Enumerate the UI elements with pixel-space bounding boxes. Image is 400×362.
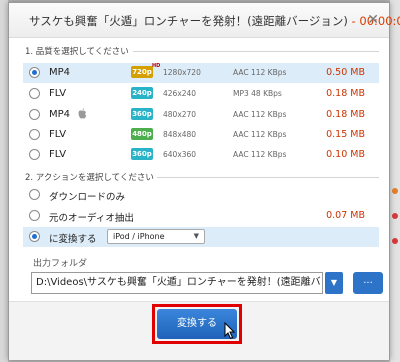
radio-extract-audio[interactable]	[29, 210, 40, 221]
convert-to-label: に変換する	[49, 234, 97, 245]
audio-bitrate-label: AAC 112 KBps	[233, 130, 287, 139]
quality-badge: 360p	[131, 108, 153, 120]
format-label: FLV	[49, 129, 67, 140]
file-size-label: 0.18 MB	[326, 88, 365, 99]
format-label: FLV	[49, 149, 67, 160]
mouse-cursor-icon	[224, 322, 236, 340]
quality-row[interactable]: FLV 360p 640x360 AAC 112 KBps 0.10 MB	[23, 145, 379, 165]
format-label: MP4	[49, 109, 71, 120]
quality-row[interactable]: FLV 480p 848x480 AAC 112 KBps 0.15 MB	[23, 125, 379, 145]
audio-bitrate-label: AAC 112 KBps	[233, 150, 287, 159]
resolution-label: 480x270	[163, 110, 197, 119]
quality-badge: 360p	[131, 148, 153, 160]
quality-badge: 240p	[131, 87, 153, 99]
download-only-label: ダウンロードのみ	[49, 192, 126, 203]
elapsed-time: 00:00:05	[359, 14, 400, 28]
chevron-down-icon: ▼	[193, 232, 199, 240]
path-history-dropdown[interactable]: ▼	[325, 272, 343, 294]
device-select[interactable]: iPod / iPhone ▼	[107, 229, 205, 244]
dialog-titlebar: サスケも興奮「火遁」ロンチャーを発射！(遠距離バージョン) - 00:00:05…	[9, 3, 400, 38]
resolution-label: 1280x720	[163, 68, 201, 77]
section-divider	[133, 51, 379, 52]
resolution-label: 848x480	[163, 130, 197, 139]
output-folder-label: 出力フォルダ	[33, 259, 88, 269]
browse-button[interactable]: ...	[353, 272, 383, 294]
extract-audio-label: 元のオーディオ抽出	[49, 213, 134, 224]
audio-bitrate-label: AAC 112 KBps	[233, 68, 287, 77]
quality-radio[interactable]	[29, 129, 40, 140]
file-size-label: 0.18 MB	[326, 109, 365, 120]
quality-row[interactable]: FLV 240p 426x240 MP3 48 KBps 0.18 MB	[23, 84, 379, 104]
close-icon[interactable]: ✕	[367, 12, 379, 28]
action-download-only[interactable]: ダウンロードのみ	[23, 185, 379, 205]
action-section-label: 2. アクションを選択してください	[25, 173, 154, 183]
audio-bitrate-label: AAC 112 KBps	[233, 110, 287, 119]
quality-radio[interactable]	[29, 67, 40, 78]
section-divider	[157, 177, 379, 178]
action-extract-audio[interactable]: 元のオーディオ抽出 0.07 MB	[23, 206, 379, 226]
file-size-label: 0.50 MB	[326, 67, 365, 78]
radio-convert-to[interactable]	[29, 231, 40, 242]
resolution-label: 640x360	[163, 150, 197, 159]
quality-badge: 480p	[131, 128, 153, 140]
quality-badge: 720p	[131, 66, 153, 78]
quality-row[interactable]: MP4 720p HD 1280x720 AAC 112 KBps 0.50 MB	[23, 63, 379, 83]
format-label: FLV	[49, 88, 67, 99]
quality-radio[interactable]	[29, 109, 40, 120]
file-size-label: 0.15 MB	[326, 129, 365, 140]
resolution-label: 426x240	[163, 89, 197, 98]
file-size-label: 0.10 MB	[326, 149, 365, 160]
hd-badge: HD	[152, 63, 161, 69]
audio-bitrate-label: MP3 48 KBps	[233, 89, 282, 98]
device-select-value: iPod / iPhone	[113, 232, 165, 241]
quality-row[interactable]: MP4 360p 480x270 AAC 112 KBps 0.18 MB	[23, 105, 379, 125]
chevron-down-icon: ▼	[330, 278, 338, 287]
format-label: MP4	[49, 67, 71, 78]
quality-section-label: 1. 品質を選択してください	[25, 47, 129, 57]
quality-radio[interactable]	[29, 149, 40, 160]
extract-audio-size: 0.07 MB	[326, 210, 365, 221]
action-convert-to[interactable]: に変換する iPod / iPhone ▼	[23, 227, 379, 247]
quality-radio[interactable]	[29, 88, 40, 99]
background-app-left	[0, 0, 8, 362]
background-app-right	[390, 0, 400, 362]
output-path-field[interactable]: D:\Videos\サスケも興奮「火遁」ロンチャーを発射！(遠距離バ	[31, 272, 323, 294]
apple-icon	[78, 108, 87, 119]
dialog-title: サスケも興奮「火遁」ロンチャーを発射！(遠距離バージョン) - 00:00:05	[29, 13, 400, 29]
radio-download-only[interactable]	[29, 189, 40, 200]
